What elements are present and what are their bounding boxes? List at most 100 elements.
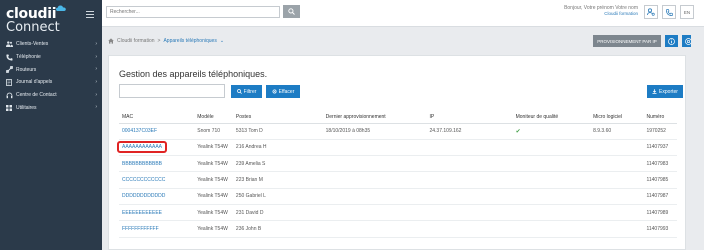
chevron-right-icon: › xyxy=(95,41,97,47)
last-provision-cell xyxy=(322,204,427,222)
phone-icon xyxy=(665,8,673,16)
mac-link[interactable]: DDDDDDDDDDDD xyxy=(119,188,195,205)
table-row[interactable]: EEEEEEEEEEEE Yealink T54W 231 David D 11… xyxy=(119,204,677,222)
post-cell: 250 Gabriel L xyxy=(232,188,323,205)
post-cell: 236 John B xyxy=(232,220,323,238)
ip-cell: 24.37.109.162 xyxy=(426,123,513,140)
language-button[interactable]: EN xyxy=(680,5,694,19)
filter-button[interactable]: Filtrer xyxy=(231,85,262,98)
people-icon xyxy=(5,40,13,48)
column-header-posts[interactable]: Postes xyxy=(232,111,323,124)
chevron-right-icon: › xyxy=(95,66,97,73)
filter-input[interactable] xyxy=(119,84,225,98)
last-provision-cell xyxy=(322,220,427,238)
grid-icon xyxy=(5,104,13,112)
sidebar-item-label: Journal d'appels xyxy=(16,79,53,86)
sidebar-item-label: Clients-Ventes xyxy=(16,41,49,48)
last-provision-cell xyxy=(322,155,427,173)
model-cell: Yealink T54W xyxy=(194,171,233,189)
breadcrumb-bar: Cloudii formation > Appareils téléphoniq… xyxy=(102,28,704,54)
table-header-row: MAC Modèle Postes Dernier approvisionnem… xyxy=(119,111,677,124)
last-provision-cell: 18/10/2019 à 08h35 xyxy=(322,123,427,140)
last-provision-cell xyxy=(322,171,427,189)
top-bar: Bonjour, Votre prénom Votre nom Cloudii … xyxy=(102,0,704,27)
sidebar: cloudii Connect Clients-Ventes › Télépho… xyxy=(0,0,102,250)
sidebar-item-clients-ventes[interactable]: Clients-Ventes › xyxy=(0,38,102,51)
chevron-right-icon: › xyxy=(95,79,97,86)
cloud-icon xyxy=(56,5,66,11)
home-icon[interactable] xyxy=(108,38,114,44)
column-header-firmware[interactable]: Micro logiciel xyxy=(590,111,644,124)
search-icon xyxy=(236,89,242,94)
logo-subtext: Connect xyxy=(6,20,60,35)
mac-link-highlighted[interactable]: AAAAAAAAAAAA xyxy=(117,141,168,154)
table-row[interactable]: AAAAAAAAAAAA Yealink T54W 216 Andrea H 1… xyxy=(117,139,677,157)
phone-button[interactable] xyxy=(662,5,676,19)
number-cell: 11407985 xyxy=(643,171,677,189)
provision-by-ip-button[interactable]: PROVISIONNEMENT PAR IP xyxy=(593,35,661,47)
mac-cell: AAAAAAAAAAAA xyxy=(117,139,195,157)
sidebar-item-journal-appels[interactable]: Journal d'appels › xyxy=(0,76,102,89)
chevron-right-icon: › xyxy=(95,53,97,60)
table-row[interactable]: CCCCCCCCCCCC Yealink T54W 223 Brian M 11… xyxy=(119,171,677,189)
company-link[interactable]: Cloudii formation xyxy=(564,11,638,17)
ip-cell xyxy=(426,220,513,238)
ip-cell xyxy=(426,188,513,205)
column-header-model[interactable]: Modèle xyxy=(194,111,233,124)
breadcrumb-current[interactable]: Appareils téléphoniques xyxy=(163,38,216,44)
sidebar-item-centre-contact[interactable]: Centre de Contact › xyxy=(0,89,102,102)
quality-cell xyxy=(512,220,591,238)
filter-label: Filtrer xyxy=(243,88,257,95)
sidebar-item-telephonie[interactable]: Téléphonie › xyxy=(0,51,102,64)
chevron-right-icon: › xyxy=(95,91,97,98)
column-header-number[interactable]: Numéro xyxy=(643,111,677,124)
mac-link[interactable]: 0004137C03EF xyxy=(119,123,195,140)
column-header-last-provision[interactable]: Dernier approvisionnement xyxy=(322,111,427,124)
menu-toggle-icon[interactable] xyxy=(86,11,94,20)
mac-link[interactable]: CCCCCCCCCCCC xyxy=(119,171,195,189)
search-input[interactable] xyxy=(106,6,280,18)
breadcrumb: Cloudii formation > Appareils téléphoniq… xyxy=(108,38,224,44)
firmware-cell xyxy=(590,139,644,157)
column-header-ip[interactable]: IP xyxy=(426,111,513,124)
quality-cell xyxy=(512,204,591,222)
firmware-cell: 8.9.3.60 xyxy=(590,123,644,140)
mac-link[interactable]: EEEEEEEEEEEE xyxy=(119,204,195,222)
column-header-mac[interactable]: MAC xyxy=(119,111,195,124)
table-row[interactable]: DDDDDDDDDDDD Yealink T54W 250 Gabriel L … xyxy=(119,188,677,205)
mac-link[interactable]: BBBBBBBBBBBB xyxy=(119,155,195,173)
quality-cell xyxy=(512,139,591,157)
sidebar-item-utilitaires[interactable]: Utilitaires › xyxy=(0,101,102,114)
post-cell: 223 Brian M xyxy=(232,171,323,189)
last-provision-cell xyxy=(322,139,427,157)
mac-link[interactable]: FFFFFFFFFFFF xyxy=(119,220,195,238)
table-row[interactable]: 0004137C03EF Snom 710 5313 Tom D 18/10/2… xyxy=(119,123,677,140)
ip-cell xyxy=(426,139,513,157)
table-row[interactable]: BBBBBBBBBBBB Yealink T54W 239 Amelia S 1… xyxy=(119,155,677,173)
breadcrumb-root[interactable]: Cloudii formation xyxy=(117,38,155,44)
model-cell: Yealink T54W xyxy=(194,204,233,222)
logo: cloudii Connect xyxy=(6,5,76,36)
sidebar-item-label: Téléphonie xyxy=(16,54,41,61)
post-cell: 231 David D xyxy=(232,204,323,222)
download-icon xyxy=(652,89,657,94)
ip-cell xyxy=(426,171,513,189)
number-cell: 11407989 xyxy=(643,204,677,222)
ip-cell xyxy=(426,155,513,173)
sidebar-item-label: Centre de Contact xyxy=(16,92,57,99)
export-button[interactable]: Exporter xyxy=(647,85,683,98)
column-header-quality[interactable]: Moniteur de qualité xyxy=(512,111,591,124)
chevron-down-icon[interactable]: ⌄ xyxy=(220,38,224,44)
table-row[interactable]: FFFFFFFFFFFF Yealink T54W 236 John B 114… xyxy=(119,220,677,238)
post-cell: 216 Andrea H xyxy=(232,139,323,157)
call-log-icon xyxy=(5,78,13,86)
firmware-cell xyxy=(590,188,644,205)
info-button[interactable] xyxy=(665,35,678,47)
number-cell: 11407937 xyxy=(643,139,677,157)
search-button[interactable] xyxy=(283,5,300,18)
user-settings-button[interactable] xyxy=(644,5,658,19)
scrollbar[interactable] xyxy=(691,28,697,250)
sidebar-item-routeurs[interactable]: Routeurs › xyxy=(0,63,102,76)
firmware-cell xyxy=(590,171,644,189)
clear-button[interactable]: Effacer xyxy=(266,85,300,98)
